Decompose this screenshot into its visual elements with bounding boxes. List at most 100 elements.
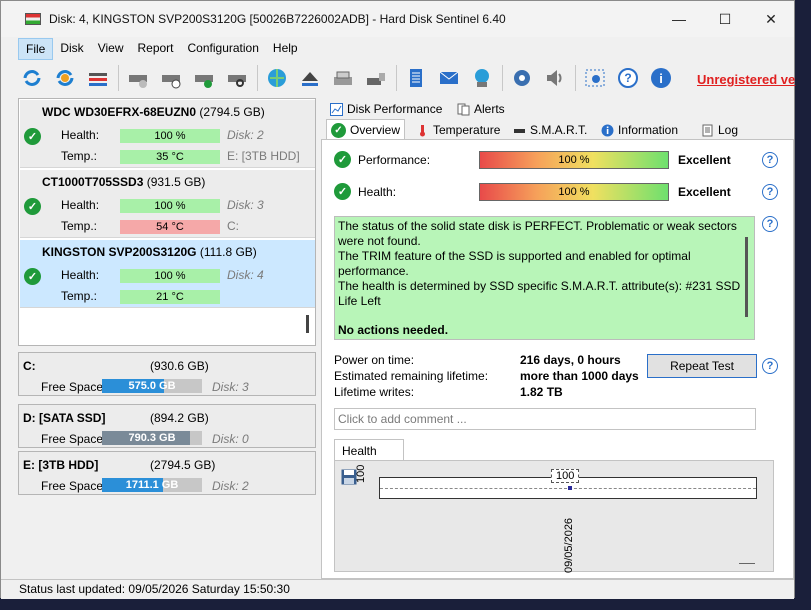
volume-item-d[interactable]: D: [SATA SSD] (894.2 GB) Free Space 790.… <box>18 404 316 448</box>
disk-card-2[interactable]: CT1000T705SSD3 (931.5 GB) ✓ Health: 100 … <box>20 170 315 238</box>
performance-rating: Excellent <box>678 153 731 167</box>
health-value-label: 100 <box>551 469 580 483</box>
disk-list-scrollbar[interactable] <box>306 315 309 333</box>
tab-information[interactable]: Information <box>597 120 682 140</box>
tab-smart[interactable]: S.M.A.R.T. <box>509 120 591 140</box>
disk-stack-icon[interactable] <box>330 65 356 91</box>
health-date-label: 09/05/2026 <box>563 517 575 573</box>
disk-ok-icon[interactable] <box>191 65 217 91</box>
chart-scrollbar[interactable] <box>739 563 755 564</box>
disk-list-icon[interactable] <box>85 65 111 91</box>
tab-temperature[interactable]: Temperature <box>412 120 504 140</box>
status-line: The TRIM feature of the SSD is supported… <box>338 249 691 278</box>
health-axis-label: 100 <box>355 464 367 483</box>
volume-item-c[interactable]: C: (930.6 GB) Free Space 575.0 GB Disk: … <box>18 352 316 396</box>
disk-card-1[interactable]: WDC WD30EFRX-68EUZN0 (2794.5 GB) ✓ Healt… <box>20 100 315 168</box>
menu-file[interactable]: File <box>18 38 54 60</box>
volume-list: C: (930.6 GB) Free Space 575.0 GB Disk: … <box>18 352 316 500</box>
health-bar: 100 % <box>479 183 669 201</box>
help-icon[interactable]: ? <box>615 65 641 91</box>
check-icon: ✓ <box>24 128 41 145</box>
toolbar-separator <box>118 65 119 91</box>
volume-size: (930.6 GB) <box>150 359 209 373</box>
disk-title-1: WDC WD30EFRX-68EUZN0 (2794.5 GB) <box>42 105 265 119</box>
free-space-label: Free Space <box>41 380 104 394</box>
toolbar-separator-5 <box>575 65 576 91</box>
temp-bar: 21 °C <box>120 290 220 304</box>
close-button[interactable]: ✕ <box>748 1 794 37</box>
free-space-label: Free Space <box>41 432 104 446</box>
minimize-button[interactable]: — <box>656 1 702 37</box>
performance-bar: 100 % <box>479 151 669 169</box>
repeat-test-button[interactable]: Repeat Test <box>647 354 757 378</box>
tab-alerts[interactable]: Alerts <box>453 99 509 119</box>
title-bar: Disk: 4, KINGSTON SVP200S3120G [50026B72… <box>1 1 794 37</box>
writes-label: Lifetime writes: <box>334 385 415 399</box>
check-icon: ✓ <box>334 151 351 168</box>
check-icon: ✓ <box>24 198 41 215</box>
menu-disk[interactable]: Disk <box>53 38 90 60</box>
toolbar: ? i <box>1 60 794 96</box>
disk-schedule-icon[interactable] <box>158 65 184 91</box>
menu-view[interactable]: View <box>91 38 131 60</box>
maximize-button[interactable]: ☐ <box>702 1 748 37</box>
usb-disk-icon[interactable] <box>363 65 389 91</box>
volume-name: C: <box>23 359 36 373</box>
svg-text:i: i <box>659 71 663 86</box>
info-icon[interactable]: i <box>648 65 674 91</box>
help-icon[interactable]: ? <box>762 152 778 168</box>
tab-label: Alerts <box>474 102 505 116</box>
free-space-value: 1711.1 GB <box>125 479 179 491</box>
email-icon[interactable] <box>436 65 462 91</box>
report-icon[interactable] <box>403 65 429 91</box>
check-icon: ✓ <box>331 122 346 138</box>
smart-drive-icon <box>513 124 526 137</box>
temp-label: Temp.: <box>61 149 98 163</box>
volume-name: D: [SATA SSD] <box>23 411 106 425</box>
tab-disk-performance[interactable]: Disk Performance <box>326 99 446 119</box>
status-text-box: The status of the solid state disk is PE… <box>334 216 755 340</box>
disk-search-icon[interactable] <box>224 65 250 91</box>
alerts-icon <box>457 103 470 116</box>
volume-name: E: [3TB HDD] <box>23 458 99 472</box>
performance-label: Performance: <box>358 153 431 167</box>
volume-disk: Disk: 2 <box>212 479 249 493</box>
free-space-value: 575.0 GB <box>128 380 176 392</box>
disk-name: WDC WD30EFRX-68EUZN0 <box>42 105 197 119</box>
globe-icon[interactable] <box>264 65 290 91</box>
health-label: Health: <box>358 185 397 199</box>
network-icon[interactable] <box>469 65 495 91</box>
disk-test-icon[interactable] <box>125 65 151 91</box>
unregistered-link[interactable]: Unregistered ve <box>697 72 795 87</box>
disk-card-3[interactable]: KINGSTON SVP200S3120G (111.8 GB) ✓ Healt… <box>20 240 315 308</box>
tab-log[interactable]: Log <box>697 120 742 140</box>
menu-help[interactable]: Help <box>266 38 305 60</box>
free-space-label: Free Space <box>41 479 104 493</box>
tab-label: Overview <box>350 123 401 137</box>
refresh-warning-icon[interactable] <box>52 65 78 91</box>
status-scrollbar[interactable] <box>745 237 748 317</box>
health-chart-tab[interactable]: Health (%) <box>334 439 404 472</box>
disk-volume: C: <box>227 219 239 233</box>
help-icon[interactable]: ? <box>762 216 778 232</box>
status-line: The status of the solid state disk is PE… <box>338 219 737 248</box>
help-icon[interactable]: ? <box>762 358 778 374</box>
status-line: The health is determined by SSD specific… <box>338 279 741 308</box>
comment-input[interactable]: Click to add comment ... <box>334 408 756 430</box>
gear-icon[interactable] <box>509 65 535 91</box>
volume-item-e[interactable]: E: [3TB HDD] (2794.5 GB) Free Space 1711… <box>18 451 316 495</box>
tab-overview[interactable]: ✓ Overview <box>326 119 406 140</box>
screenshot-icon[interactable] <box>582 65 608 91</box>
check-icon: ✓ <box>334 183 351 200</box>
disk-title-2: CT1000T705SSD3 (931.5 GB) <box>42 175 205 189</box>
writes-value: 1.82 TB <box>520 385 563 399</box>
refresh-icon[interactable] <box>19 65 45 91</box>
eject-icon[interactable] <box>297 65 323 91</box>
temp-label: Temp.: <box>61 219 98 233</box>
menu-report[interactable]: Report <box>130 38 180 60</box>
performance-chart-icon <box>330 102 343 116</box>
help-icon[interactable]: ? <box>762 184 778 200</box>
speaker-icon[interactable] <box>542 65 568 91</box>
window-title: Disk: 4, KINGSTON SVP200S3120G [50026B72… <box>49 12 506 26</box>
menu-configuration[interactable]: Configuration <box>181 38 266 60</box>
